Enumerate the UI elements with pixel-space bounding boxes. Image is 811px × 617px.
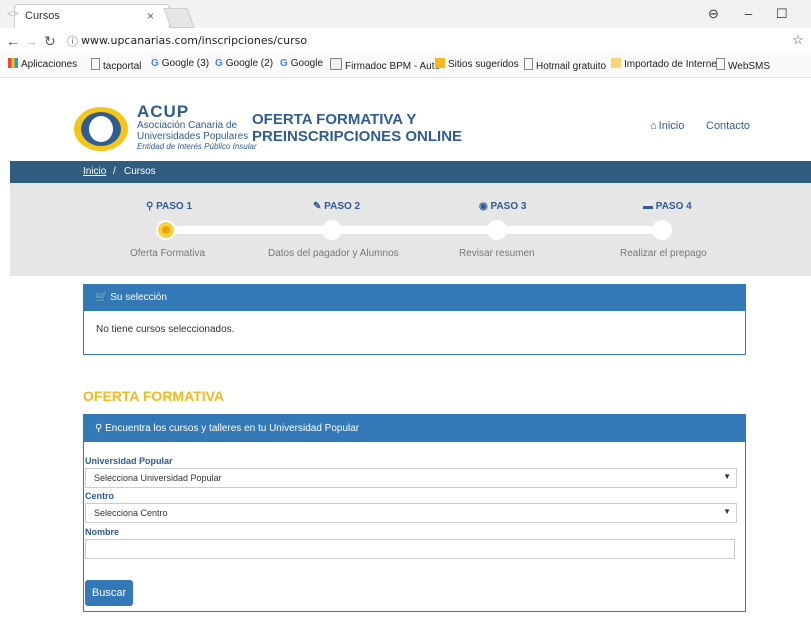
- url-field[interactable]: ⓘ www.upcanarias.com/inscripciones/curso: [67, 31, 777, 49]
- brand-name: ACUP: [137, 102, 190, 121]
- section-title: OFERTA FORMATIVA: [83, 388, 225, 404]
- folder-icon: [611, 58, 621, 68]
- acup-logo-icon[interactable]: [72, 105, 130, 153]
- page-icon: [91, 58, 100, 70]
- centro-label: Centro: [85, 491, 114, 501]
- bookmark-google[interactable]: G Google: [280, 58, 323, 69]
- browser-tab[interactable]: <> Cursos ×: [7, 4, 170, 29]
- page-icon: [716, 58, 725, 70]
- breadcrumb-home-link[interactable]: Inicio: [83, 166, 106, 177]
- pencil-icon: ✎: [313, 201, 325, 212]
- profile-icon[interactable]: ⊖: [708, 6, 719, 22]
- forward-icon[interactable]: →: [24, 33, 38, 49]
- search-panel-header: ⚲ Encuentra los cursos y talleres en tu …: [83, 414, 746, 442]
- university-select-value: Selecciona Universidad Popular: [94, 473, 222, 483]
- nombre-input[interactable]: [85, 539, 735, 559]
- search-panel-title: ⚲ Encuentra los cursos y talleres en tu …: [95, 423, 360, 434]
- bookmark-google-3[interactable]: G Google (3): [151, 58, 209, 69]
- browser-titlebar: <> Cursos × ⊖ – ☐: [0, 0, 811, 29]
- selection-empty-text: No tiene cursos seleccionados.: [96, 324, 235, 335]
- bookmark-importado[interactable]: Importado de Interne: [611, 58, 717, 70]
- bookmark-star-icon[interactable]: ☆: [792, 32, 804, 48]
- selection-title: 🛒 Su selección: [95, 292, 167, 303]
- bing-icon: [435, 58, 445, 68]
- search-icon: ⚲: [95, 423, 103, 434]
- university-label: Universidad Popular: [85, 456, 173, 466]
- info-icon[interactable]: ⓘ: [67, 33, 78, 49]
- breadcrumb-separator: /: [113, 166, 116, 177]
- step-4-desc: Realizar el prepago: [620, 248, 707, 259]
- search-icon: ⚲: [146, 201, 157, 212]
- brand-subtitle: Universidades Populares: [137, 131, 249, 142]
- search-button[interactable]: Buscar: [85, 580, 133, 606]
- firmadoc-icon: [330, 58, 342, 70]
- step-1-dot[interactable]: [156, 220, 176, 240]
- step-3-dot[interactable]: [487, 220, 507, 240]
- selection-panel-body: No tiene cursos seleccionados.: [83, 311, 746, 355]
- nav-contact-link[interactable]: Contacto: [706, 120, 750, 132]
- step-4-label: ▬ PASO 4: [643, 201, 692, 212]
- search-panel-body: Universidad Popular Selecciona Universid…: [83, 442, 746, 612]
- site-title: PREINSCRIPCIONES ONLINE: [252, 128, 463, 145]
- apps-grid-icon: [8, 58, 18, 68]
- credit-card-icon: ▬: [643, 201, 656, 212]
- bookmark-firmadoc[interactable]: Firmadoc BPM - Auto: [330, 58, 440, 72]
- eye-icon: ◉: [479, 201, 491, 212]
- steps-progress-track: [165, 226, 665, 234]
- bookmark-apps[interactable]: Aplicaciones: [8, 58, 77, 70]
- nav-home-link[interactable]: ⌂ Inicio: [650, 120, 684, 132]
- chevron-down-icon: ▼: [723, 507, 731, 516]
- page-icon: [524, 58, 533, 70]
- step-1-label: ⚲ PASO 1: [146, 201, 193, 212]
- tab-favicon-icon: <>: [7, 9, 19, 20]
- bookmark-google-2[interactable]: G Google (2): [215, 58, 273, 69]
- selection-panel-header: 🛒 Su selección: [83, 284, 746, 311]
- minimize-icon[interactable]: –: [745, 6, 752, 21]
- university-select[interactable]: Selecciona Universidad Popular ▼: [85, 468, 737, 488]
- tab-close-icon[interactable]: ×: [147, 9, 154, 23]
- bookmark-sitios[interactable]: Sitios sugeridos: [435, 58, 519, 70]
- step-2-desc: Datos del pagador y Alumnos: [268, 248, 399, 259]
- chevron-down-icon: ▼: [723, 472, 731, 481]
- brand-tagline: Entidad de Interés Público Insular: [137, 142, 257, 151]
- step-2-dot[interactable]: [322, 220, 342, 240]
- step-2-label: ✎ PASO 2: [313, 201, 361, 212]
- breadcrumb-current: Cursos: [124, 166, 156, 177]
- step-3-desc: Revisar resumen: [459, 248, 535, 259]
- centro-select-value: Selecciona Centro: [94, 508, 168, 518]
- step-1-desc: Oferta Formativa: [130, 248, 206, 259]
- home-icon: ⌂: [650, 120, 657, 132]
- reload-icon[interactable]: ↻: [44, 33, 56, 50]
- maximize-icon[interactable]: ☐: [776, 6, 788, 22]
- step-3-label: ◉ PASO 3: [479, 201, 527, 212]
- bookmark-hotmail[interactable]: Hotmail gratuito: [524, 58, 606, 72]
- google-icon: G: [280, 58, 288, 69]
- centro-select[interactable]: Selecciona Centro ▼: [85, 503, 737, 523]
- step-4-dot[interactable]: [652, 220, 672, 240]
- site-title: OFERTA FORMATIVA Y: [252, 111, 417, 128]
- breadcrumb: Inicio / Cursos: [10, 161, 811, 183]
- bookmarks-bar: Aplicaciones tacportal G Google (3) G Goog…: [0, 53, 811, 78]
- address-bar: ← → ↻ ⓘ www.upcanarias.com/inscripciones…: [0, 28, 811, 54]
- back-icon[interactable]: ←: [6, 33, 20, 49]
- nombre-label: Nombre: [85, 527, 120, 537]
- bookmark-websms[interactable]: WebSMS: [716, 58, 770, 72]
- google-icon: G: [151, 58, 159, 69]
- google-icon: G: [215, 58, 223, 69]
- brand-subtitle: Asociación Canaria de: [137, 120, 238, 131]
- url-text: www.upcanarias.com/inscripciones/curso: [81, 34, 308, 47]
- tab-title: Cursos: [25, 10, 60, 22]
- cart-icon: 🛒: [95, 292, 108, 303]
- bookmark-tacportal[interactable]: tacportal: [91, 58, 141, 72]
